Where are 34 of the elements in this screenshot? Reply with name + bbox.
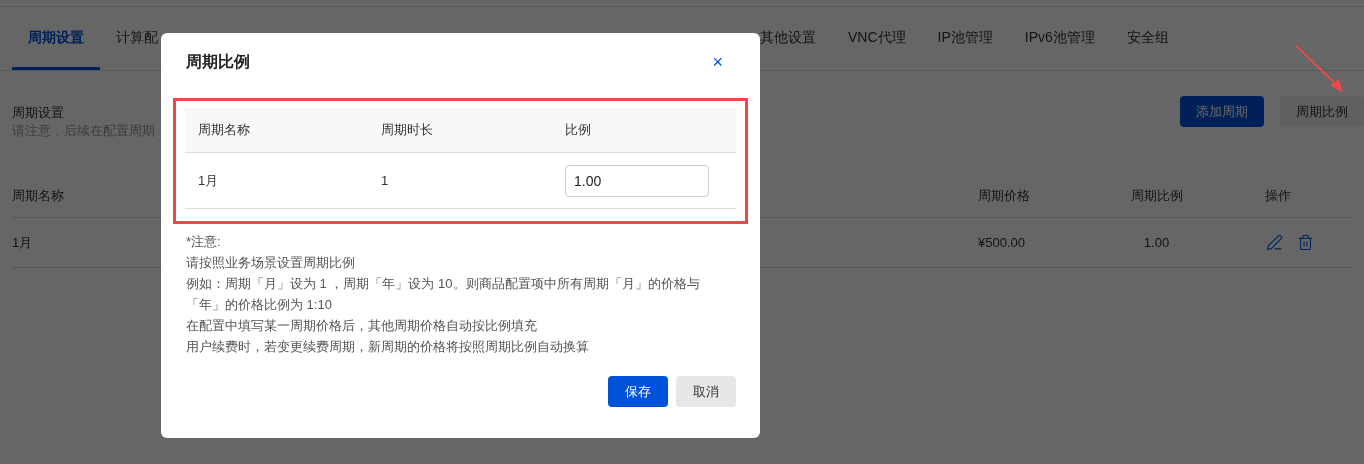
column-header: 周期时长 <box>381 121 434 140</box>
column-header: 周期名称 <box>198 121 251 140</box>
section-title: 周期设置 <box>12 104 65 122</box>
dialog-title: 周期比例 <box>186 52 250 72</box>
column-header: 周期价格 <box>977 186 1030 205</box>
dialog-button[interactable]: 保存 <box>608 376 668 407</box>
edit-icon[interactable] <box>1266 234 1283 251</box>
header-button[interactable]: 周期比例 <box>1280 96 1364 127</box>
column-header: 周期比例 <box>1130 186 1183 205</box>
note-text: 用户续费时，若变更续费周期，新周期的价格将按照周期比例自动换算 <box>186 338 589 356</box>
note-text: 请按照业务场景设置周期比例 <box>186 254 355 272</box>
delete-icon[interactable] <box>1297 234 1314 251</box>
tab[interactable]: IP池管理 <box>921 7 1009 70</box>
table-cell-text: 1 <box>381 171 390 190</box>
tab[interactable]: 计算配 <box>100 7 174 70</box>
tab[interactable]: VNC代理 <box>832 7 922 70</box>
table-cell-text: 1月 <box>12 233 33 252</box>
note-text: 在配置中填写某一周期价格后，其他周期价格自动按比例填充 <box>186 317 537 335</box>
table-cell-text: 1.00 <box>1143 233 1170 252</box>
column-header: 周期名称 <box>12 186 64 205</box>
tab[interactable]: 安全组 <box>1110 7 1185 70</box>
column-header: 比例 <box>565 121 592 140</box>
tab[interactable]: IPv6池管理 <box>1008 7 1111 70</box>
dialog-button[interactable]: 取消 <box>676 376 736 407</box>
column-header: 操作 <box>1264 186 1291 205</box>
tab[interactable]: 其他设置 <box>744 7 832 70</box>
note-text: 例如：周期「月」设为 1 ，周期「年」设为 10。则商品配置项中所有周期「月」的价格与「年」的价格比例为 1:10 <box>186 275 701 314</box>
table-cell-text: ¥500.00 <box>977 233 1025 252</box>
close-button[interactable]: × <box>712 53 723 71</box>
tab[interactable]: 周期设置 <box>12 7 100 70</box>
note-text: *注意: <box>186 233 221 251</box>
header-button[interactable]: 添加周期 <box>1180 96 1264 127</box>
ratio-input[interactable]: 1.00 <box>565 164 709 197</box>
table-cell-text: 1月 <box>198 171 220 190</box>
